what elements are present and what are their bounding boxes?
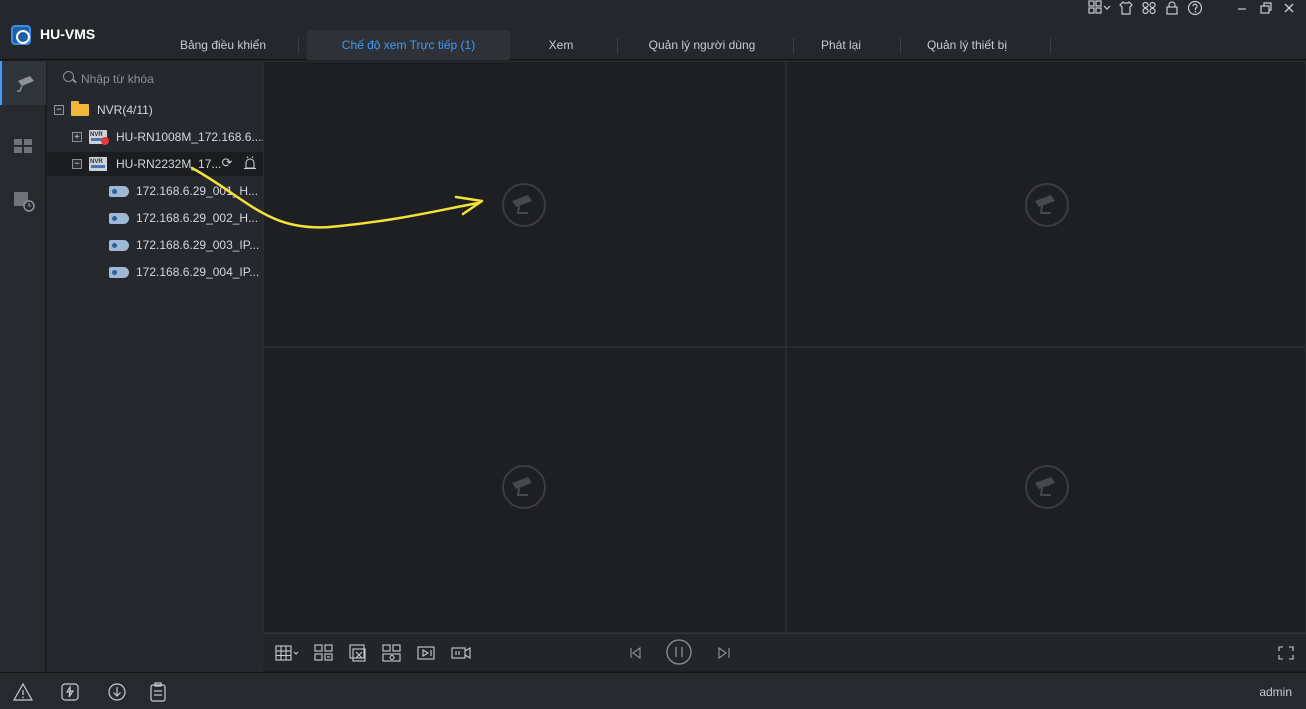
tree-channel-row[interactable]: 172.168.6.29_001_H... — [47, 179, 263, 203]
live-view-grid — [263, 61, 1306, 633]
collapse-icon[interactable]: − — [54, 105, 64, 115]
channel-label: 172.168.6.29_002_H... — [136, 211, 259, 225]
playback-icon[interactable] — [416, 643, 438, 663]
rail-playback-button[interactable] — [0, 179, 46, 223]
record-icon[interactable] — [450, 643, 472, 663]
ip-camera-icon — [109, 213, 129, 224]
left-rail — [0, 61, 46, 672]
close-icon[interactable] — [1280, 0, 1298, 18]
nvr-device-icon — [89, 152, 107, 174]
link-icon[interactable] — [1140, 0, 1158, 18]
channel-label: 172.168.6.29_001_H... — [136, 184, 259, 198]
alarm-output-icon[interactable] — [242, 156, 258, 172]
tab-divider — [793, 38, 794, 54]
no-video-camera-icon — [1025, 183, 1069, 227]
tree-root-nvr[interactable]: − NVR(4/11) — [47, 98, 263, 122]
current-user: admin — [1259, 685, 1292, 699]
search-box — [55, 67, 255, 89]
pause-icon[interactable] — [665, 638, 693, 666]
tab-divider — [617, 38, 618, 54]
tab-dashboard[interactable]: Bảng điều khiển — [168, 30, 278, 60]
folder-icon — [71, 101, 89, 116]
video-pane-2[interactable] — [786, 61, 1306, 347]
snapshot-icon[interactable] — [381, 643, 403, 663]
fullscreen-icon[interactable] — [1275, 643, 1297, 663]
channel-label: 172.168.6.29_004_IP... — [136, 265, 260, 279]
help-icon[interactable] — [1186, 0, 1204, 18]
ip-camera-icon — [109, 240, 129, 251]
title-bar: HU-VMS Bảng điều khiển Chế độ xem Trực t… — [0, 0, 1306, 60]
rail-live-view-button[interactable] — [0, 61, 46, 105]
tab-divider — [298, 38, 299, 54]
ip-camera-icon — [109, 267, 129, 278]
video-pane-4[interactable] — [786, 347, 1306, 633]
alarm-icon[interactable] — [12, 681, 34, 703]
layout-select-icon[interactable] — [275, 643, 301, 663]
tab-view[interactable]: Xem — [531, 30, 591, 60]
next-icon[interactable] — [713, 643, 735, 663]
offline-status-icon — [101, 137, 109, 145]
tab-playback[interactable]: Phát lại — [806, 30, 876, 60]
lock-icon[interactable] — [1163, 0, 1181, 18]
refresh-icon[interactable]: ⟳ — [219, 156, 235, 172]
tab-user-management[interactable]: Quản lý người dùng — [632, 30, 772, 60]
search-icon — [63, 71, 74, 82]
tab-device-management[interactable]: Quản lý thiết bị — [912, 30, 1022, 60]
expand-icon[interactable]: + — [72, 132, 82, 142]
tab-divider — [900, 38, 901, 54]
tab-live-view[interactable]: Chế độ xem Trực tiếp (1) — [307, 30, 510, 60]
no-video-camera-icon — [502, 465, 546, 509]
tree-channel-row[interactable]: 172.168.6.29_003_IP... — [47, 233, 263, 257]
collapse-icon[interactable]: − — [72, 159, 82, 169]
minimize-icon[interactable] — [1233, 0, 1251, 18]
video-pane-1[interactable] — [263, 61, 786, 347]
grid-view-icon — [14, 139, 32, 153]
tree-channel-row[interactable]: 172.168.6.29_004_IP... — [47, 260, 263, 284]
tab-divider — [1050, 38, 1051, 54]
save-view-icon[interactable] — [313, 643, 335, 663]
camera-icon — [17, 76, 34, 92]
rail-view-layout-button[interactable] — [0, 125, 46, 169]
tree-root-label: NVR(4/11) — [97, 103, 153, 117]
status-bar: admin — [0, 672, 1306, 709]
vms-app-window: HU-VMS Bảng điều khiển Chế độ xem Trực t… — [0, 0, 1306, 709]
video-pane-3[interactable] — [263, 347, 786, 633]
search-input[interactable] — [81, 71, 251, 87]
playback-search-icon — [14, 192, 35, 212]
prev-icon[interactable] — [625, 643, 647, 663]
upload-icon[interactable] — [59, 681, 81, 703]
device-label: HU-RN1008M_172.168.6.... — [116, 130, 263, 144]
channel-label: 172.168.6.29_003_IP... — [136, 238, 260, 252]
tree-channel-row[interactable]: 172.168.6.29_002_H... — [47, 206, 263, 230]
restore-icon[interactable] — [1257, 0, 1275, 18]
ip-camera-icon — [109, 186, 129, 197]
app-title: HU-VMS — [40, 26, 96, 42]
tree-device-row-selected[interactable]: − HU-RN2232M_17... ⟳ — [47, 152, 263, 176]
close-all-icon[interactable] — [347, 643, 369, 663]
app-logo-icon — [11, 25, 31, 45]
no-video-camera-icon — [502, 183, 546, 227]
skin-icon[interactable] — [1117, 0, 1135, 18]
device-label: HU-RN2232M_17... — [116, 157, 222, 171]
layout-menu-icon[interactable] — [1087, 0, 1113, 18]
download-icon[interactable] — [106, 681, 128, 703]
no-video-camera-icon — [1025, 465, 1069, 509]
device-tree-panel: − NVR(4/11) + HU-RN1008M_172.168.6.... −… — [47, 61, 263, 672]
live-view-toolbar — [263, 633, 1306, 671]
task-list-icon[interactable] — [147, 681, 169, 703]
tree-device-row[interactable]: + HU-RN1008M_172.168.6.... — [47, 125, 263, 149]
